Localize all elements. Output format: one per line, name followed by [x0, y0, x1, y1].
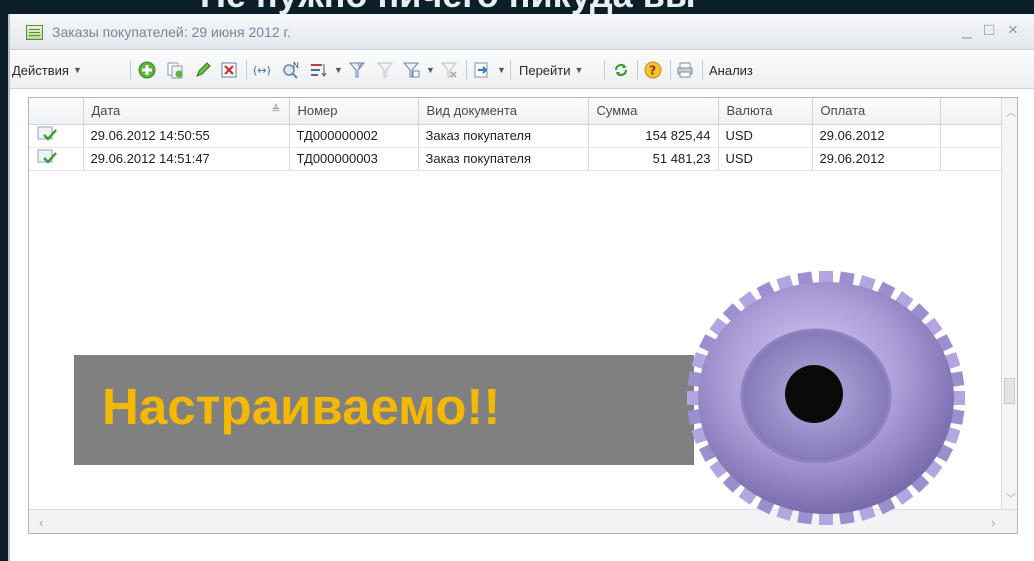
- cell-currency: USD: [718, 124, 813, 148]
- column-header-label: Оплата: [820, 103, 866, 119]
- interval-icon[interactable]: (↔): [253, 61, 271, 79]
- table-header-row: Дата ≜ Номер Вид документа Сумма Валюта О…: [29, 98, 1003, 125]
- column-header-icon[interactable]: [29, 98, 84, 125]
- filter-clear-icon[interactable]: [376, 61, 394, 79]
- title-bar: Заказы покупателей: 29 июня 2012 г. _ □ …: [10, 14, 1034, 50]
- column-header-currency[interactable]: Валюта: [718, 98, 813, 125]
- column-header-label: Дата: [91, 103, 121, 119]
- scroll-up-icon[interactable]: ︿: [1006, 104, 1016, 119]
- cell-doc-type: Заказ покупателя: [418, 124, 589, 148]
- cell-amount: 154 825,44: [588, 124, 719, 148]
- sort-ascending-icon: ≜: [271, 104, 281, 117]
- gear-hole: [785, 365, 843, 423]
- column-header-payment[interactable]: Оплата: [812, 98, 941, 125]
- filter-list-icon[interactable]: [402, 61, 420, 79]
- toolbar-separator: [637, 60, 638, 80]
- output-dropdown[interactable]: ▼: [493, 59, 506, 81]
- toolbar-separator: [604, 60, 605, 80]
- posted-document-icon: [37, 126, 57, 141]
- dropdown-arrow-icon: ▼: [426, 65, 435, 75]
- overlay-text: Настраиваемо!!: [102, 378, 501, 435]
- close-button[interactable]: ×: [1008, 20, 1018, 40]
- maximize-button[interactable]: □: [984, 20, 994, 40]
- cell-doc-type: Заказ покупателя: [418, 147, 589, 171]
- edit-icon[interactable]: [194, 61, 212, 79]
- column-header-label: Валюта: [726, 103, 773, 119]
- column-header-amount[interactable]: Сумма: [588, 98, 719, 125]
- copy-icon[interactable]: [166, 61, 184, 79]
- slide-title: Не нужно ничего никуда вы: [200, 0, 696, 14]
- dropdown-arrow-icon: ▼: [334, 65, 343, 75]
- refresh-icon[interactable]: [612, 61, 630, 79]
- actions-label: Действия: [12, 62, 69, 78]
- vertical-scrollbar[interactable]: ︿ ﹀: [1001, 98, 1017, 510]
- column-header-label: Вид документа: [426, 103, 518, 119]
- cell-payment: 29.06.2012: [812, 147, 941, 171]
- filter-dropdown[interactable]: ▼: [422, 59, 435, 81]
- goto-label: Перейти: [519, 62, 571, 78]
- scroll-down-icon[interactable]: ﹀: [1006, 490, 1016, 505]
- output-icon[interactable]: [473, 61, 491, 79]
- cell-date: 29.06.2012 14:50:55: [83, 124, 290, 148]
- column-header-label: Сумма: [596, 103, 638, 119]
- svg-text:(↔): (↔): [253, 64, 271, 77]
- toolbar-separator: [510, 60, 511, 80]
- svg-text:N: N: [293, 61, 299, 70]
- svg-text:Y: Y: [357, 62, 363, 71]
- dropdown-arrow-icon: ▼: [497, 65, 506, 75]
- toolbar-separator: [466, 60, 467, 80]
- overlay-banner: Настраиваемо!!: [74, 355, 694, 465]
- sort-dropdown[interactable]: ▼: [330, 59, 343, 81]
- scroll-left-icon[interactable]: ‹: [39, 515, 43, 530]
- cell-number: ТД000000002: [289, 124, 419, 148]
- posted-document-icon: [37, 149, 57, 164]
- sort-icon[interactable]: [310, 61, 328, 79]
- toolbar: Действия ▼ (↔) N ▼ Y ▼ ▼ Перейти ▼ ? Ана…: [10, 51, 1034, 89]
- column-header-label: Номер: [297, 103, 338, 119]
- find-icon[interactable]: N: [282, 61, 300, 79]
- cell-currency: USD: [718, 147, 813, 171]
- add-icon[interactable]: [138, 61, 156, 79]
- gear-icon: [687, 271, 965, 525]
- analysis-label: Анализ: [709, 62, 753, 78]
- filter-remove-icon[interactable]: [440, 61, 458, 79]
- column-header-empty: [940, 98, 1003, 125]
- print-icon[interactable]: [676, 61, 694, 79]
- list-form-icon: [26, 25, 43, 40]
- column-header-number[interactable]: Номер: [289, 98, 419, 125]
- analysis-button[interactable]: Анализ: [709, 59, 753, 81]
- slide-title-strip: Не нужно ничего никуда вы: [0, 0, 1034, 14]
- svg-text:?: ?: [649, 64, 656, 78]
- cell-empty: [940, 124, 1003, 148]
- delete-icon[interactable]: [220, 61, 238, 79]
- help-icon[interactable]: ?: [644, 61, 662, 79]
- cell-amount: 51 481,23: [588, 147, 719, 171]
- table-row[interactable]: 29.06.2012 14:51:47 ТД000000003 Заказ по…: [29, 147, 1003, 171]
- goto-menu[interactable]: Перейти ▼: [519, 59, 583, 81]
- table-row[interactable]: 29.06.2012 14:50:55 ТД000000002 Заказ по…: [29, 124, 1003, 148]
- filter-icon[interactable]: Y: [348, 61, 366, 79]
- dropdown-arrow-icon: ▼: [72, 65, 82, 75]
- toolbar-separator: [246, 60, 247, 80]
- column-header-doc-type[interactable]: Вид документа: [418, 98, 589, 125]
- column-header-date[interactable]: Дата ≜: [83, 98, 290, 125]
- window-title: Заказы покупателей: 29 июня 2012 г.: [52, 24, 291, 40]
- row-status-cell: [29, 124, 84, 148]
- cell-empty: [940, 147, 1003, 171]
- minimize-button[interactable]: _: [962, 20, 971, 40]
- data-table: Дата ≜ Номер Вид документа Сумма Валюта О…: [29, 98, 1003, 171]
- dropdown-arrow-icon: ▼: [574, 65, 584, 75]
- toolbar-separator: [130, 60, 131, 80]
- cell-date: 29.06.2012 14:51:47: [83, 147, 290, 171]
- row-status-cell: [29, 147, 84, 171]
- toolbar-separator: [702, 60, 703, 80]
- scrollbar-thumb[interactable]: [1004, 378, 1015, 404]
- cell-number: ТД000000003: [289, 147, 419, 171]
- toolbar-separator: [670, 60, 671, 80]
- cell-payment: 29.06.2012: [812, 124, 941, 148]
- actions-menu[interactable]: Действия ▼: [12, 59, 82, 81]
